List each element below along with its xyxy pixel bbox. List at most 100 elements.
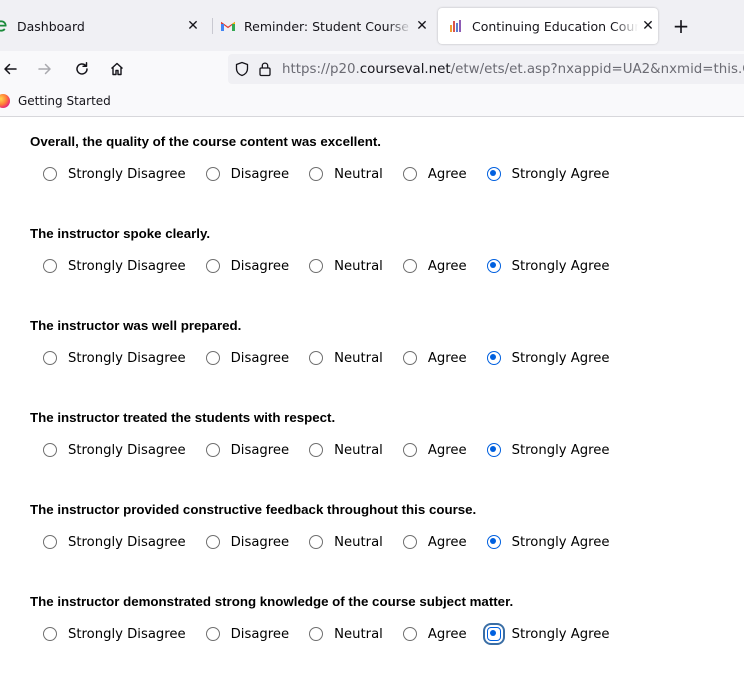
option-label: Strongly Disagree: [68, 350, 186, 366]
radio-button[interactable]: [309, 167, 324, 181]
radio-button[interactable]: [43, 535, 57, 549]
radio-button[interactable]: [486, 627, 501, 641]
rating-option-strongly-agree[interactable]: Strongly Agree: [486, 259, 609, 274]
radio-button[interactable]: [402, 351, 417, 365]
url-prefix: https://p20.: [282, 61, 360, 77]
close-icon[interactable]: ✕: [638, 16, 658, 36]
rating-option-agree[interactable]: Agree: [402, 258, 467, 274]
tab-separator: [212, 18, 213, 34]
rating-option-strongly-disagree[interactable]: Strongly Disagree: [43, 167, 186, 182]
radio-button[interactable]: [205, 259, 220, 273]
rating-options: Strongly Disagree Disagree Neutral Agree Str…: [43, 532, 609, 552]
rating-option-disagree[interactable]: Disagree: [205, 259, 289, 274]
radio-button[interactable]: [205, 443, 220, 457]
rating-option-disagree[interactable]: Disagree: [205, 166, 290, 182]
tab-course-evaluation[interactable]: Continuing Education Course Evaluation ✕: [438, 8, 658, 44]
rating-option-disagree[interactable]: Disagree: [205, 443, 289, 458]
radio-button[interactable]: [486, 351, 501, 365]
rating-option-strongly-agree[interactable]: Strongly Agree: [486, 443, 609, 458]
rating-option-neutral[interactable]: Neutral: [309, 535, 383, 550]
option-label: Strongly Agree: [511, 626, 610, 642]
option-label: Agree: [427, 442, 467, 458]
option-label: Neutral: [334, 350, 383, 366]
rating-option-neutral[interactable]: Neutral: [309, 167, 383, 182]
rating-option-strongly-disagree[interactable]: Strongly Disagree: [43, 627, 186, 642]
radio-button[interactable]: [43, 443, 57, 457]
radio-button[interactable]: [205, 535, 220, 549]
close-icon[interactable]: ✕: [183, 16, 203, 36]
rating-option-strongly-agree[interactable]: Strongly Agree: [486, 166, 610, 182]
rating-option-agree[interactable]: Agree: [402, 627, 467, 642]
rating-option-agree[interactable]: Agree: [402, 442, 467, 458]
rating-option-neutral[interactable]: Neutral: [309, 443, 383, 458]
rating-option-strongly-disagree[interactable]: Strongly Disagree: [43, 351, 186, 366]
home-icon[interactable]: [104, 56, 130, 82]
radio-button[interactable]: [486, 443, 501, 457]
radio-button[interactable]: [402, 627, 417, 641]
option-label: Agree: [427, 350, 467, 366]
rating-option-disagree[interactable]: Disagree: [205, 350, 290, 366]
gmail-icon: [220, 18, 236, 34]
rating-option-agree[interactable]: Agree: [402, 535, 467, 550]
rating-option-neutral[interactable]: Neutral: [309, 627, 383, 642]
tab-dashboard[interactable]: Dashboard ✕: [0, 8, 205, 44]
close-icon[interactable]: ✕: [412, 16, 432, 36]
radio-button[interactable]: [402, 443, 417, 457]
bookmark-getting-started[interactable]: Getting Started: [0, 94, 111, 108]
option-label: Disagree: [230, 350, 290, 366]
radio-button[interactable]: [43, 627, 57, 641]
tab-reminder[interactable]: Reminder: Student Course Evaluations ✕: [220, 8, 432, 44]
radio-button[interactable]: [205, 167, 220, 181]
option-label: Strongly Agree: [511, 534, 610, 550]
rating-option-neutral[interactable]: Neutral: [309, 259, 383, 274]
rating-option-disagree[interactable]: Disagree: [205, 627, 289, 642]
rating-option-strongly-agree[interactable]: Strongly Agree: [486, 534, 610, 550]
rating-option-strongly-agree[interactable]: Strongly Agree: [486, 350, 610, 366]
option-label: Strongly Agree: [511, 166, 610, 182]
option-label: Disagree: [230, 166, 290, 182]
option-label: Strongly Disagree: [68, 626, 186, 642]
lock-icon[interactable]: [258, 60, 272, 78]
rating-options: Strongly Disagree Disagree Neutral Agree Str…: [43, 624, 609, 644]
radio-button[interactable]: [402, 167, 417, 181]
radio-button[interactable]: [43, 351, 57, 365]
radio-button[interactable]: [402, 535, 417, 549]
radio-button[interactable]: [43, 259, 57, 273]
shield-icon[interactable]: [234, 60, 250, 78]
rating-option-agree[interactable]: Agree: [402, 350, 467, 366]
back-arrow-icon[interactable]: [0, 56, 23, 82]
radio-button[interactable]: [205, 627, 220, 641]
rating-option-disagree[interactable]: Disagree: [205, 535, 289, 550]
url-text[interactable]: https://p20.courseval.net/etw/ets/et.asp…: [282, 62, 744, 77]
option-label: Agree: [427, 258, 467, 274]
navigation-bar: https://p20.courseval.net/etw/ets/et.asp…: [0, 51, 744, 87]
new-tab-plus-icon[interactable]: +: [669, 14, 693, 38]
radio-button[interactable]: [402, 259, 417, 273]
rating-option-agree[interactable]: Agree: [402, 167, 467, 182]
radio-button[interactable]: [43, 167, 57, 181]
rating-option-strongly-disagree[interactable]: Strongly Disagree: [43, 535, 186, 550]
radio-button[interactable]: [309, 259, 324, 273]
option-label: Neutral: [334, 626, 383, 642]
radio-button[interactable]: [309, 351, 324, 365]
option-label: Strongly Agree: [511, 350, 610, 366]
rating-options: Strongly Disagree Disagree Neutral Agree Str…: [43, 164, 609, 184]
radio-button[interactable]: [486, 535, 501, 549]
reload-icon[interactable]: [69, 56, 95, 82]
address-bar[interactable]: https://p20.courseval.net/etw/ets/et.asp…: [228, 54, 744, 84]
rating-option-strongly-agree[interactable]: Strongly Agree: [486, 626, 610, 642]
radio-button[interactable]: [309, 443, 324, 457]
radio-button[interactable]: [309, 627, 324, 641]
rating-options: Strongly Disagree Disagree Neutral Agree Str…: [43, 440, 609, 460]
rating-option-neutral[interactable]: Neutral: [309, 351, 383, 366]
rating-option-strongly-disagree[interactable]: Strongly Disagree: [43, 259, 186, 274]
rating-option-strongly-disagree[interactable]: Strongly Disagree: [43, 443, 186, 458]
radio-button[interactable]: [486, 167, 501, 181]
question-text: The instructor treated the students with…: [30, 410, 336, 425]
radio-button[interactable]: [486, 259, 501, 273]
radio-button[interactable]: [309, 535, 324, 549]
radio-button[interactable]: [205, 351, 220, 365]
option-label: Strongly Disagree: [68, 166, 186, 182]
bookmark-label: Getting Started: [18, 94, 111, 108]
forward-arrow-icon[interactable]: [32, 56, 58, 82]
